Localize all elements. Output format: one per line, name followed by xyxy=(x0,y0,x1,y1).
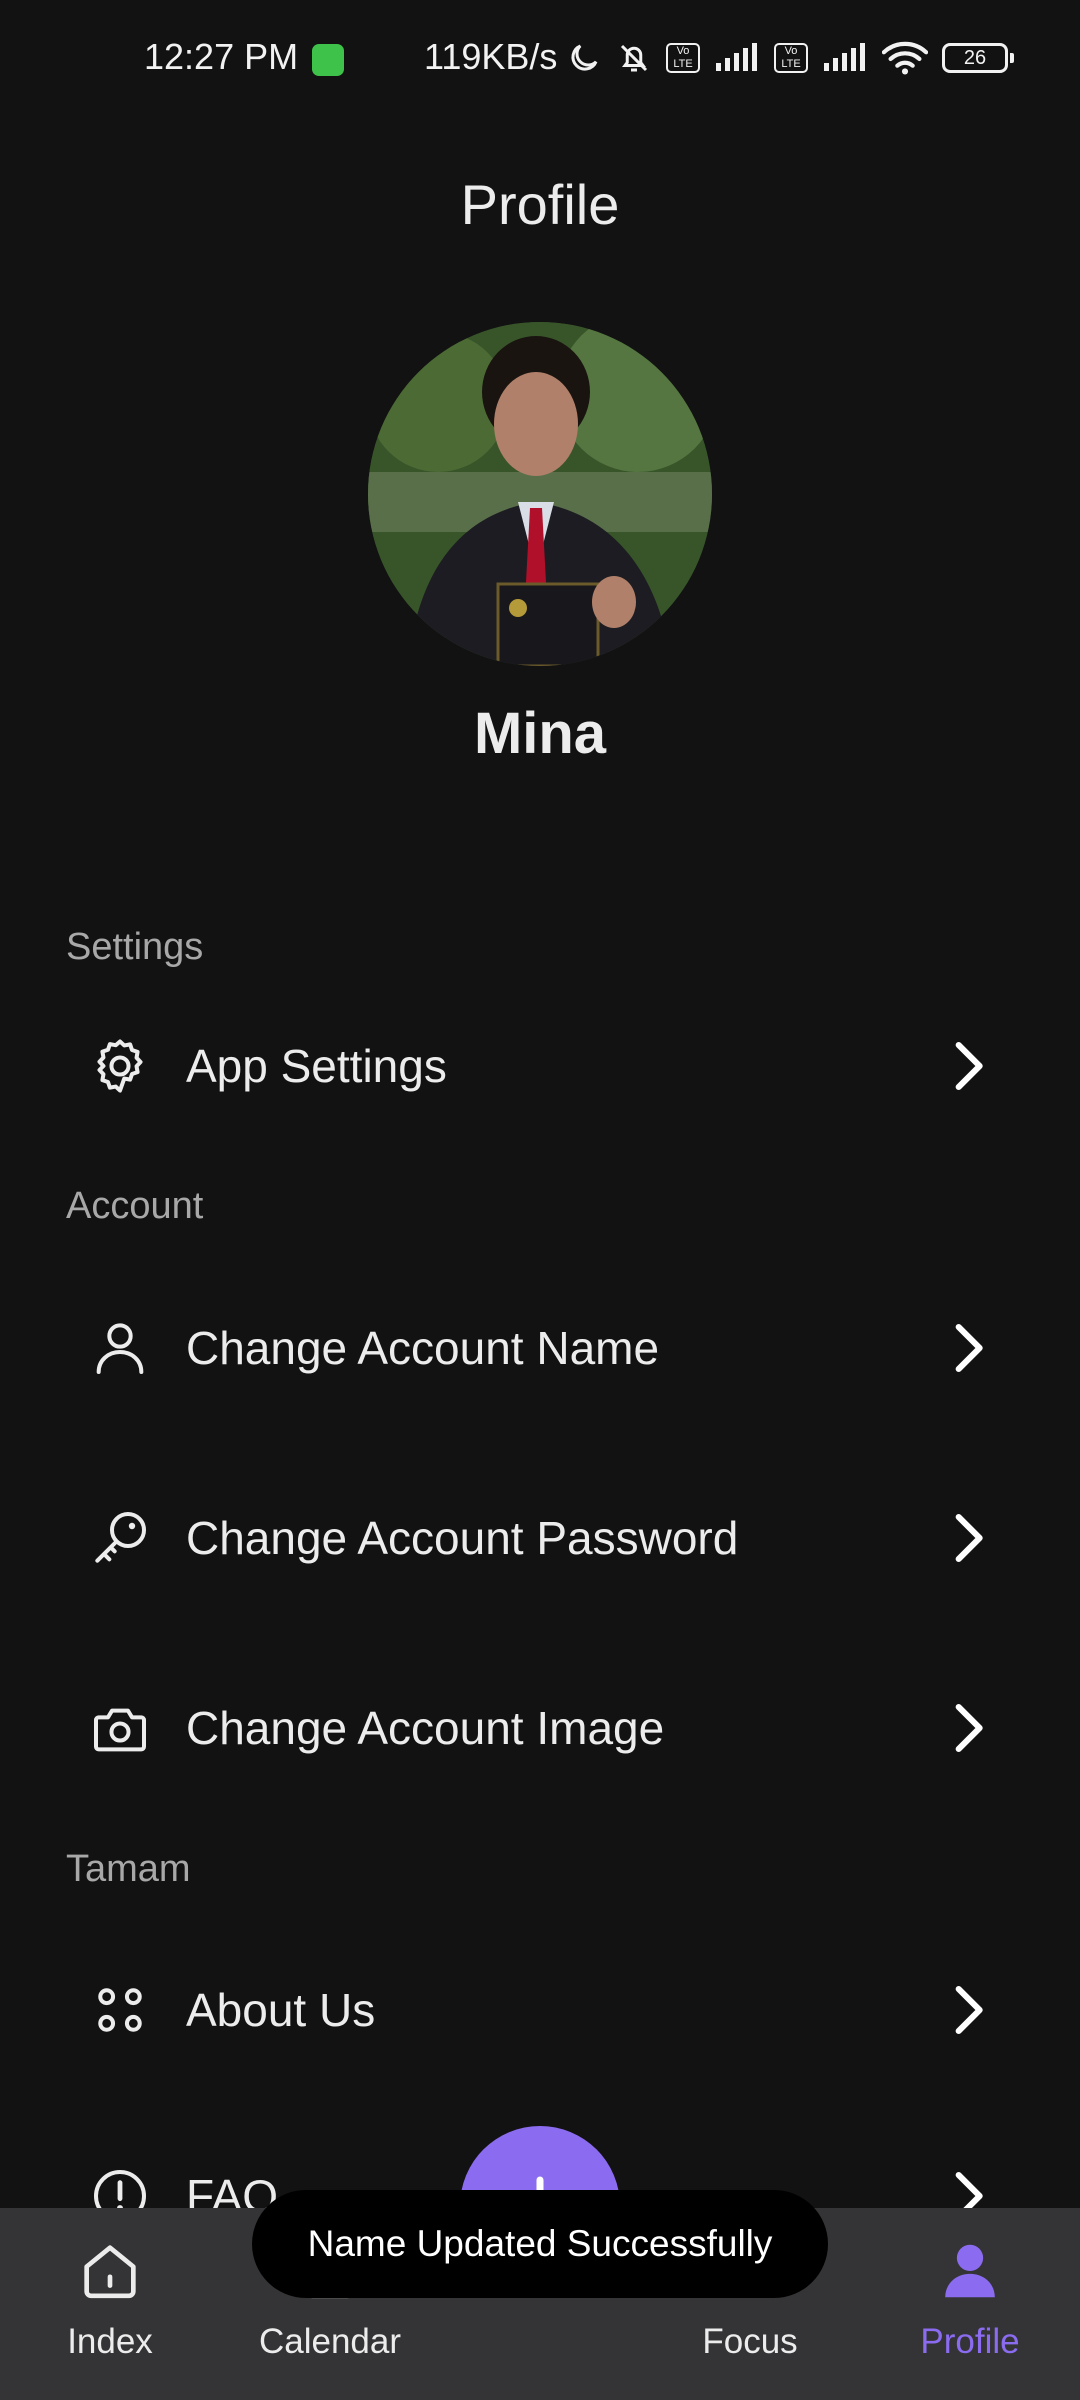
nav-item-index[interactable]: Index xyxy=(20,2236,200,2362)
moon-icon xyxy=(571,44,598,71)
section-label-tamam: Tamam xyxy=(66,1848,191,1890)
wifi-icon xyxy=(882,41,928,75)
chevron-right-icon xyxy=(955,1041,983,1091)
status-time: 12:27 PM xyxy=(144,36,299,77)
toast-message: Name Updated Successfully xyxy=(252,2190,828,2298)
battery-icon: 26 xyxy=(942,43,1014,73)
row-label: Change Account Password xyxy=(186,1512,739,1564)
chevron-right-icon xyxy=(955,1703,983,1753)
about-us-row[interactable]: About Us xyxy=(66,1950,1014,2070)
nav-label: Index xyxy=(67,2322,153,2361)
avatar[interactable] xyxy=(368,322,712,666)
network-speed: 119KB/s xyxy=(424,36,558,77)
chevron-right-icon xyxy=(955,1513,983,1563)
cat-app-icon xyxy=(312,44,344,76)
nav-label: Calendar xyxy=(258,2322,402,2361)
home-icon xyxy=(84,2245,136,2299)
change-account-name-row[interactable]: Change Account Name xyxy=(66,1288,1014,1408)
row-label: About Us xyxy=(186,1984,376,2036)
signal-icon xyxy=(716,43,757,71)
volte-icon: Vo LTE xyxy=(666,43,700,73)
change-account-password-row[interactable]: Change Account Password xyxy=(66,1478,1014,1598)
volte-icon: Vo LTE xyxy=(774,43,808,73)
row-label: App Settings xyxy=(186,1040,447,1092)
profile-icon xyxy=(945,2244,995,2298)
row-label: Change Account Image xyxy=(186,1702,665,1754)
status-bar: 12:27 PM 119KB/s Vo LTE Vo LTE 26 xyxy=(0,0,1080,120)
bell-off-icon xyxy=(620,44,648,72)
nav-label: Focus xyxy=(702,2322,798,2361)
profile-photo xyxy=(368,322,712,666)
row-label: Change Account Name xyxy=(186,1322,660,1374)
key-icon xyxy=(95,1512,146,1563)
user-icon xyxy=(96,1323,144,1374)
status-icons: Vo LTE Vo LTE 26 xyxy=(566,36,1014,80)
signal-icon xyxy=(824,43,865,71)
app-settings-row[interactable]: App Settings xyxy=(66,1006,1014,1126)
page-title: Profile xyxy=(460,173,620,236)
gear-icon xyxy=(97,1039,143,1093)
section-label-settings: Settings xyxy=(66,926,204,968)
nav-label: Profile xyxy=(920,2322,1020,2361)
chevron-right-icon xyxy=(955,1323,983,1373)
section-label-account: Account xyxy=(66,1185,204,1227)
change-account-image-row[interactable]: Change Account Image xyxy=(66,1668,1014,1788)
dots-grid-icon xyxy=(98,1988,142,2032)
chevron-right-icon xyxy=(955,1985,983,2035)
profile-name: Mina xyxy=(473,701,607,766)
camera-icon xyxy=(94,1708,146,1752)
nav-item-profile[interactable]: Profile xyxy=(880,2236,1060,2362)
